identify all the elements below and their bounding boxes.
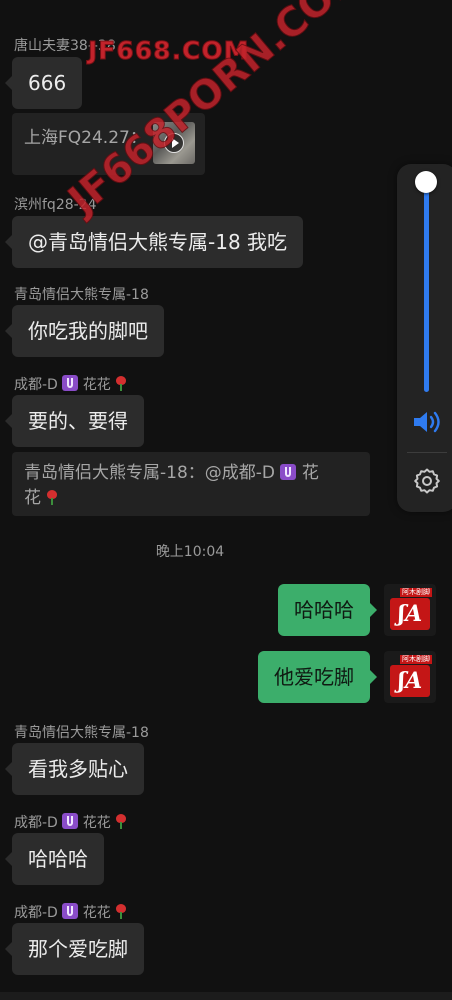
avatar-logo: ʃA <box>390 598 430 630</box>
badge-icon <box>62 903 79 919</box>
my-avatar[interactable]: 阿木剧脚 ʃA <box>384 584 436 636</box>
message-bubble[interactable]: 你吃我的脚吧 <box>5 305 164 357</box>
quote-text: 花 <box>24 488 41 508</box>
rose-icon <box>115 814 127 829</box>
rose-icon <box>115 376 127 391</box>
gear-icon[interactable] <box>413 467 441 495</box>
message-bubble[interactable]: 哈哈哈 <box>5 833 104 885</box>
sender-name-prefix: 成都-D <box>14 377 58 393</box>
avatar-badge: 阿木剧脚 <box>400 588 432 597</box>
sender-name[interactable]: 成都-D 花花 <box>14 374 127 394</box>
outgoing-message-bubble[interactable]: 他爱吃脚 <box>258 651 377 703</box>
badge-icon <box>280 464 297 480</box>
quote-line: 青岛情侣大熊专属-18：@成都-D 花 <box>24 461 358 486</box>
avatar-badge: 阿木剧脚 <box>400 655 432 664</box>
sender-name-suffix: 花花 <box>82 815 111 831</box>
volume-panel <box>397 164 452 512</box>
sender-name[interactable]: 成都-D 花花 <box>14 812 127 832</box>
message-bubble[interactable]: 666 <box>4 57 83 109</box>
speaker-icon[interactable] <box>411 408 443 436</box>
sender-name-suffix: 花花 <box>82 377 111 393</box>
quote-text: 花 <box>301 463 319 483</box>
sender-name-suffix: 花花 <box>82 905 111 921</box>
rose-icon <box>46 490 58 505</box>
sender-name-prefix: 成都-D <box>14 815 58 831</box>
quote-text: 青岛情侣大熊专属-18：@成都-D <box>24 463 275 483</box>
divider <box>407 452 447 453</box>
message-bubble[interactable]: 看我多贴心 <box>5 743 144 795</box>
badge-icon <box>62 813 79 829</box>
sender-name[interactable]: 青岛情侣大熊专属-18 <box>14 722 149 742</box>
bottom-strip <box>0 992 452 1000</box>
sender-name[interactable]: 青岛情侣大熊专属-18 <box>14 284 149 304</box>
volume-fill <box>424 182 429 392</box>
rose-icon <box>115 904 127 919</box>
my-avatar[interactable]: 阿木剧脚 ʃA <box>384 651 436 703</box>
message-bubble[interactable]: @青岛情侣大熊专属-18 我吃 <box>4 216 304 268</box>
quote-line: 花 <box>24 486 358 511</box>
volume-slider[interactable] <box>415 171 437 392</box>
sender-name[interactable]: 成都-D 花花 <box>14 902 127 922</box>
chat-screen: 唐山夫妻38--38 666 上海FQ24.27： 滨州fq28-24 @青岛情… <box>0 0 452 1000</box>
volume-thumb[interactable] <box>415 171 437 193</box>
sender-name-prefix: 成都-D <box>14 905 58 921</box>
message-bubble[interactable]: 要的、要得 <box>5 395 144 447</box>
avatar-logo: ʃA <box>390 665 430 697</box>
message-bubble[interactable]: 那个爱吃脚 <box>5 923 144 975</box>
watermark-diagonal-text: JF668PORN.COM <box>60 0 375 224</box>
outgoing-message-bubble[interactable]: 哈哈哈 <box>278 584 377 636</box>
badge-icon <box>62 375 79 391</box>
quoted-message[interactable]: 青岛情侣大熊专属-18：@成都-D 花 花 <box>12 452 370 516</box>
time-separator: 晚上10:04 <box>155 544 225 560</box>
